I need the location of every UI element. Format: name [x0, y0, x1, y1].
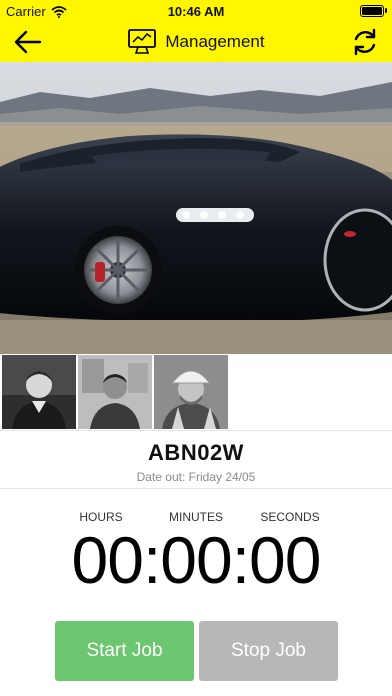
battery-icon [360, 5, 387, 17]
vehicle-plate: ABN02W [148, 440, 244, 465]
status-bar: Carrier 10:46 AM [0, 0, 392, 22]
start-job-button[interactable]: Start Job [55, 621, 194, 681]
avatar[interactable] [154, 355, 228, 429]
divider [0, 488, 392, 489]
stop-job-button[interactable]: Stop Job [199, 621, 338, 681]
page-title: Management [165, 32, 265, 51]
avatar[interactable] [78, 355, 152, 429]
avatar[interactable] [2, 355, 76, 429]
timer-display: 00:00:00 [71, 523, 322, 597]
nav-title-group: Management [0, 28, 392, 56]
crew-avatars [2, 355, 228, 429]
date-out-label: Date out: Friday 24/05 [136, 470, 256, 484]
monitor-chart-icon [128, 29, 157, 54]
status-time: 10:46 AM [167, 4, 225, 19]
vehicle-photo [0, 62, 392, 354]
refresh-icon[interactable] [350, 27, 380, 57]
nav-bar: Management [0, 22, 392, 62]
divider [0, 430, 392, 431]
